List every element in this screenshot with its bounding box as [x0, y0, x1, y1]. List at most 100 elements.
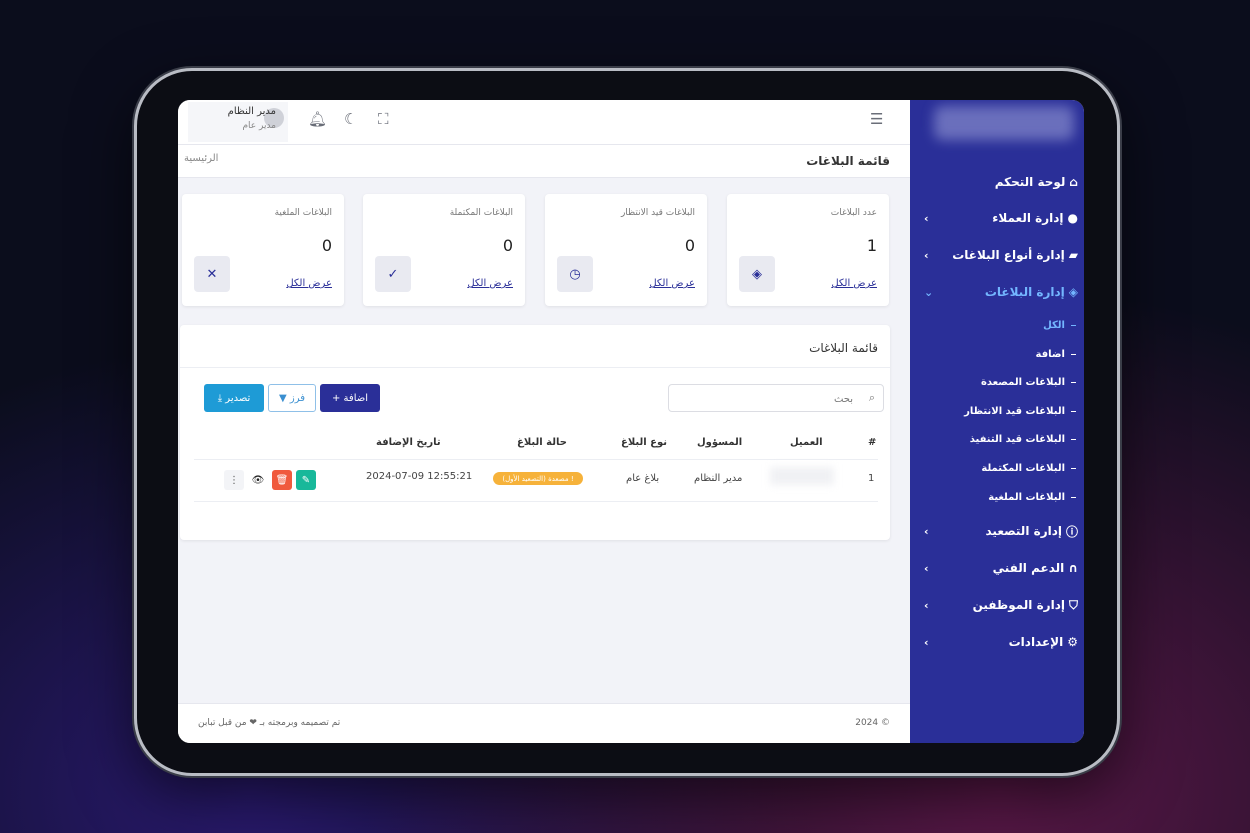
layers-icon: ◈ [739, 256, 775, 292]
more-icon[interactable]: ⋮ [224, 470, 244, 490]
sidebar-sub-add[interactable]: اضافة [910, 345, 1084, 363]
cell-date: 2024-07-09 12:55:21 [366, 471, 473, 482]
shield-user-icon: ⛉ [1068, 597, 1078, 612]
sidebar-item-settings[interactable]: ‹ ⚙ الإعدادات [910, 630, 1084, 654]
card-title: البلاغات المكتملة [449, 208, 513, 218]
menu-toggle-icon[interactable]: ☰ [870, 110, 883, 128]
card-value: 1 [866, 236, 877, 255]
card-cancelled: البلاغات الملغية 0 عرض الكل ✕ [182, 194, 344, 306]
divider [194, 501, 878, 502]
sidebar-item-label: إدارة البلاغات [984, 285, 1065, 299]
card-title: البلاغات الملغية [274, 208, 332, 218]
search-icon: ⌕ [868, 391, 875, 404]
card-title: عدد البلاغات [830, 208, 877, 218]
col-owner: المسؤول [697, 437, 743, 448]
footer-copyright: 2024 © [855, 718, 890, 728]
cell-num: 1 [868, 473, 875, 484]
moon-icon[interactable]: ☾ [344, 110, 357, 128]
chevron-icon: ‹ [924, 524, 929, 538]
sidebar-item-label: إدارة أنواع البلاغات [952, 248, 1065, 262]
panel-title: قائمة البلاغات [809, 341, 878, 355]
export-button[interactable]: ⤓ تصدير [204, 384, 264, 412]
col-client: العميل [790, 437, 823, 448]
page-title: قائمة البلاغات [806, 154, 890, 168]
home-icon: ⌂ [1069, 175, 1078, 189]
sidebar-item-employees[interactable]: ‹ ⛉ إدارة الموظفين [910, 593, 1084, 617]
card-total: عدد البلاغات 1 عرض الكل ◈ [727, 194, 889, 306]
chevron-icon: ‹ [924, 635, 929, 649]
gear-icon: ⚙ [1067, 635, 1078, 649]
check-icon: ✓ [375, 256, 411, 292]
user-name: مدير النظام [227, 106, 276, 117]
edit-icon[interactable]: ✎ [296, 470, 316, 490]
col-date: تاريخ الإضافة [376, 437, 441, 448]
sidebar-sub-pending[interactable]: البلاغات قيد الانتظار [910, 402, 1084, 420]
sidebar-sub-all[interactable]: الكل [910, 316, 1084, 334]
sidebar-sub-cancelled[interactable]: البلاغات الملغية [910, 488, 1084, 506]
sidebar-item-label: الإعدادات [1008, 635, 1064, 649]
sidebar-item-support[interactable]: ‹ ∩ الدعم الفني [910, 556, 1084, 580]
card-completed: البلاغات المكتملة 0 عرض الكل ✓ [363, 194, 525, 306]
chevron-icon: ‹ [924, 211, 929, 225]
search-box: ⌕ [668, 384, 884, 412]
app-screen: مدير النظام مدير عام 🔔︎ ☾ ⛶ ☰ قائمة البل… [178, 100, 1084, 743]
delete-icon[interactable]: 🗑︎ [272, 470, 292, 490]
divider [180, 367, 890, 368]
sidebar-sub-completed[interactable]: البلاغات المكتملة [910, 459, 1084, 477]
breadcrumb[interactable]: الرئيسية [184, 153, 218, 164]
sidebar-item-dashboard[interactable]: ⌂ لوحة التحكم [910, 170, 1084, 194]
sidebar-item-escalation[interactable]: ‹ ⓘ إدارة التصعيد [910, 519, 1084, 543]
card-value: 0 [502, 236, 513, 255]
add-button[interactable]: + اضافة [320, 384, 380, 412]
cell-type: بلاغ عام [626, 473, 660, 484]
clock-icon: ◷ [557, 256, 593, 292]
reports-panel: قائمة البلاغات ⌕ + اضافة ▼ فرز ⤓ تصدير #… [180, 325, 890, 540]
card-title: البلاغات قيد الانتظار [620, 208, 695, 218]
page-header: قائمة البلاغات الرئيسية [178, 145, 910, 178]
card-value: 0 [684, 236, 695, 255]
sidebar-item-label: لوحة التحكم [994, 175, 1066, 189]
sidebar-item-reports[interactable]: ⌄ ◈ إدارة البلاغات [910, 280, 1084, 304]
eye-icon[interactable]: 👁︎ [248, 470, 268, 490]
card-value: 0 [321, 236, 332, 255]
info-icon: ⓘ [1065, 524, 1078, 539]
layers-icon: ◈ [1068, 285, 1078, 299]
chevron-icon: ‹ [924, 561, 929, 575]
view-all-link[interactable]: عرض الكل [831, 278, 877, 289]
close-icon: ✕ [194, 256, 230, 292]
divider [194, 459, 878, 460]
sort-button[interactable]: ▼ فرز [268, 384, 316, 412]
fullscreen-icon[interactable]: ⛶ [378, 110, 389, 128]
sidebar-item-report-types[interactable]: ‹ ▰ إدارة أنواع البلاغات [910, 243, 1084, 267]
view-all-link[interactable]: عرض الكل [286, 278, 332, 289]
view-all-link[interactable]: عرض الكل [649, 278, 695, 289]
sidebar-item-clients[interactable]: ‹ ● إدارة العملاء [910, 206, 1084, 230]
status-badge: مصعدة (التصعيد الأول) ! [493, 472, 583, 485]
sidebar-item-label: إدارة الموظفين [972, 598, 1065, 612]
search-input[interactable] [681, 390, 855, 408]
top-bar: مدير النظام مدير عام 🔔︎ ☾ ⛶ ☰ [178, 100, 910, 145]
cell-owner: مدير النظام [694, 473, 743, 484]
sidebar-sub-in-progress[interactable]: البلاغات قيد التنفيذ [910, 430, 1084, 448]
client-redacted [770, 467, 834, 485]
col-type: نوع البلاغ [621, 437, 668, 448]
col-num: # [868, 437, 877, 448]
sidebar-item-label: إدارة التصعيد [985, 524, 1062, 538]
chevron-down-icon: ⌄ [924, 285, 934, 299]
chevron-icon: ‹ [924, 598, 929, 612]
user-menu[interactable]: مدير النظام مدير عام [188, 102, 288, 142]
user-role: مدير عام [242, 121, 276, 131]
headset-icon: ∩ [1068, 561, 1078, 575]
sidebar-sub-escalated[interactable]: البلاغات المصعدة [910, 373, 1084, 391]
sidebar-item-label: الدعم الفني [992, 561, 1065, 575]
col-status: حالة البلاغ [517, 437, 567, 448]
footer: 2024 © تم تصميمه وبرمجته بـ ❤ من قبل تبا… [178, 703, 910, 743]
sidebar-item-label: إدارة العملاء [992, 211, 1064, 225]
logo [934, 106, 1074, 140]
user-icon: ● [1067, 211, 1078, 225]
bell-icon[interactable]: 🔔︎ [308, 110, 327, 128]
folder-icon: ▰ [1068, 248, 1078, 262]
chevron-icon: ‹ [924, 248, 929, 262]
sidebar: ⌂ لوحة التحكم ‹ ● إدارة العملاء ‹ ▰ إدارة أ… [910, 100, 1084, 743]
view-all-link[interactable]: عرض الكل [467, 278, 513, 289]
